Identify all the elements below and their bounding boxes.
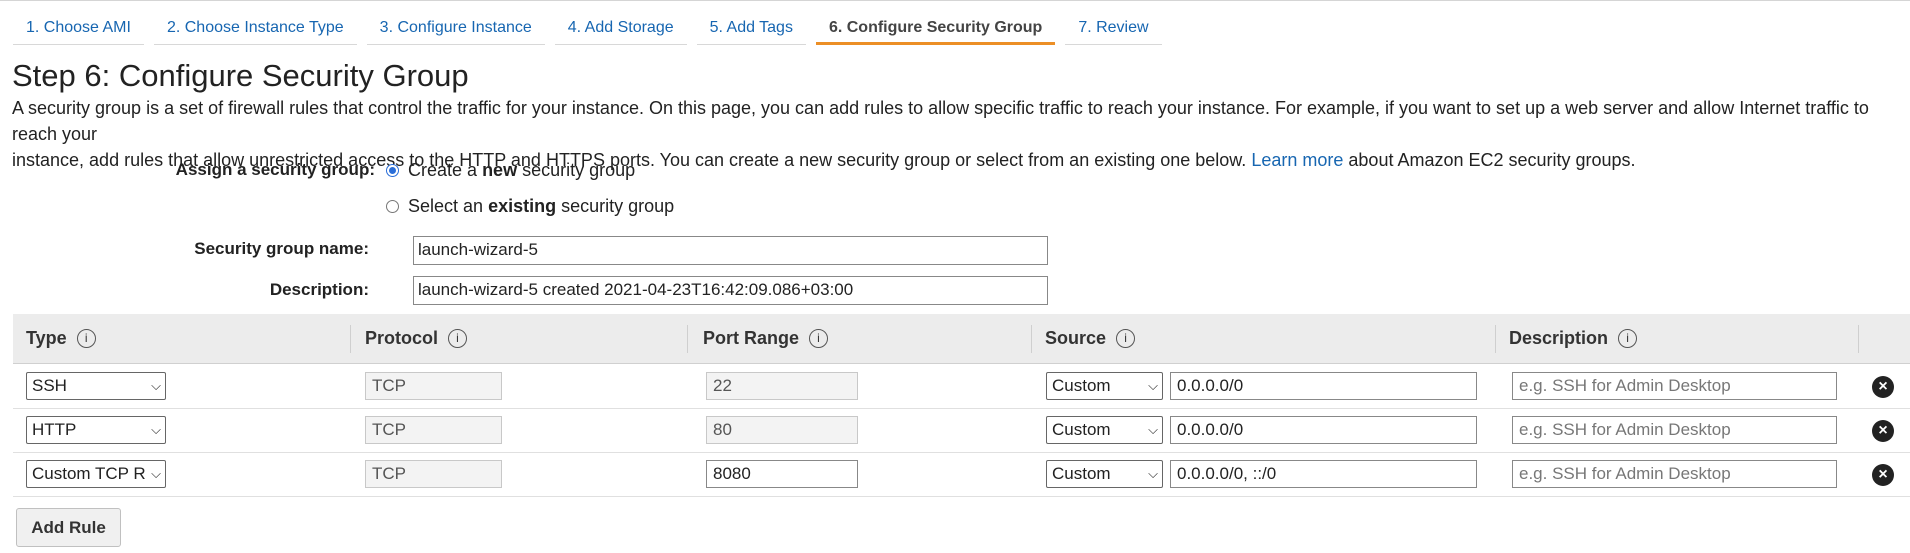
radio-create-new[interactable]: Create a new security group <box>386 160 635 181</box>
header-protocol: Protocol i <box>365 314 468 363</box>
column-divider <box>1858 325 1859 353</box>
add-rule-button[interactable]: Add Rule <box>16 508 121 547</box>
security-group-name-label: Security group name: <box>194 239 369 258</box>
rule-description-input[interactable]: e.g. SSH for Admin Desktop <box>1512 372 1837 400</box>
port-range-input[interactable]: 8080 <box>706 460 858 488</box>
table-row: SSH ⌵ TCP 22 Custom ⌵ 0.0.0.0/0 e.g. SSH f… <box>13 364 1910 409</box>
source-cidr-input[interactable]: 0.0.0.0/0 <box>1170 416 1477 444</box>
info-icon[interactable]: i <box>448 329 468 348</box>
description-tail: about Amazon EC2 security groups. <box>1348 150 1636 170</box>
header-description: Description i <box>1509 314 1638 363</box>
source-cidr-input[interactable]: 0.0.0.0/0 <box>1170 372 1477 400</box>
header-port-range: Port Range i <box>703 314 829 363</box>
info-icon[interactable]: i <box>76 329 96 348</box>
chevron-down-icon: ⌵ <box>151 466 161 481</box>
step-choose-instance-type[interactable]: 2. Choose Instance Type <box>153 4 357 45</box>
protocol-field: TCP <box>365 460 502 488</box>
column-divider <box>1031 325 1032 353</box>
header-type: Type i <box>26 314 96 363</box>
security-group-name-input[interactable]: launch-wizard-5 <box>413 236 1048 265</box>
step-add-storage[interactable]: 4. Add Storage <box>554 4 687 45</box>
remove-rule-icon[interactable]: × <box>1872 464 1894 486</box>
source-mode-select[interactable]: Custom ⌵ <box>1046 416 1163 444</box>
rule-description-input[interactable]: e.g. SSH for Admin Desktop <box>1512 460 1837 488</box>
column-divider <box>687 325 688 353</box>
top-border <box>0 0 1910 1</box>
step-add-tags[interactable]: 5. Add Tags <box>696 4 806 45</box>
chevron-down-icon: ⌵ <box>1148 378 1158 393</box>
rule-description-input[interactable]: e.g. SSH for Admin Desktop <box>1512 416 1837 444</box>
step-configure-security-group[interactable]: 6. Configure Security Group <box>815 4 1056 45</box>
info-icon[interactable]: i <box>1618 329 1638 348</box>
learn-more-link[interactable]: Learn more <box>1251 150 1343 170</box>
chevron-down-icon: ⌵ <box>1148 466 1158 481</box>
description-line-1: A security group is a set of firewall ru… <box>12 98 1869 144</box>
column-divider <box>1495 325 1496 353</box>
type-select[interactable]: HTTP ⌵ <box>26 416 166 444</box>
radio-select-existing[interactable]: Select an existing security group <box>386 196 674 217</box>
step-configure-instance[interactable]: 3. Configure Instance <box>366 4 545 45</box>
assign-security-group-label: Assign a security group: <box>175 160 375 179</box>
description-input[interactable]: launch-wizard-5 created 2021-04-23T16:42… <box>413 276 1048 305</box>
remove-rule-icon[interactable]: × <box>1872 376 1894 398</box>
chevron-down-icon: ⌵ <box>151 378 161 393</box>
source-mode-select[interactable]: Custom ⌵ <box>1046 460 1163 488</box>
radio-select-existing-label: Select an existing security group <box>408 196 675 216</box>
type-select[interactable]: Custom TCP R ⌵ <box>26 460 166 488</box>
protocol-field: TCP <box>365 372 502 400</box>
chevron-down-icon: ⌵ <box>1148 422 1158 437</box>
port-range-field: 80 <box>706 416 858 444</box>
header-source: Source i <box>1045 314 1136 363</box>
source-cidr-input[interactable]: 0.0.0.0/0, ::/0 <box>1170 460 1477 488</box>
description-label: Description: <box>269 280 369 299</box>
table-row: HTTP ⌵ TCP 80 Custom ⌵ 0.0.0.0/0 e.g. SSH … <box>13 408 1910 453</box>
step-review[interactable]: 7. Review <box>1065 4 1162 45</box>
source-mode-select[interactable]: Custom ⌵ <box>1046 372 1163 400</box>
type-select[interactable]: SSH ⌵ <box>26 372 166 400</box>
radio-create-new-label: Create a new security group <box>408 160 636 180</box>
port-range-field: 22 <box>706 372 858 400</box>
column-divider <box>350 325 351 353</box>
rules-table-header: Type i Protocol i Port Range i Source i Desc… <box>13 314 1910 364</box>
step-choose-ami[interactable]: 1. Choose AMI <box>13 4 144 45</box>
protocol-field: TCP <box>365 416 502 444</box>
info-icon[interactable]: i <box>809 329 829 348</box>
page-title: Step 6: Configure Security Group <box>12 58 469 93</box>
wizard-steps: 1. Choose AMI 2. Choose Instance Type 3.… <box>13 4 1172 45</box>
chevron-down-icon: ⌵ <box>151 422 161 437</box>
info-icon[interactable]: i <box>1116 329 1136 348</box>
radio-select-existing-button[interactable] <box>386 200 399 213</box>
radio-create-new-button[interactable] <box>386 164 399 177</box>
table-row: Custom TCP R ⌵ TCP 8080 Custom ⌵ 0.0.0.0/0… <box>13 452 1910 497</box>
remove-rule-icon[interactable]: × <box>1872 420 1894 442</box>
